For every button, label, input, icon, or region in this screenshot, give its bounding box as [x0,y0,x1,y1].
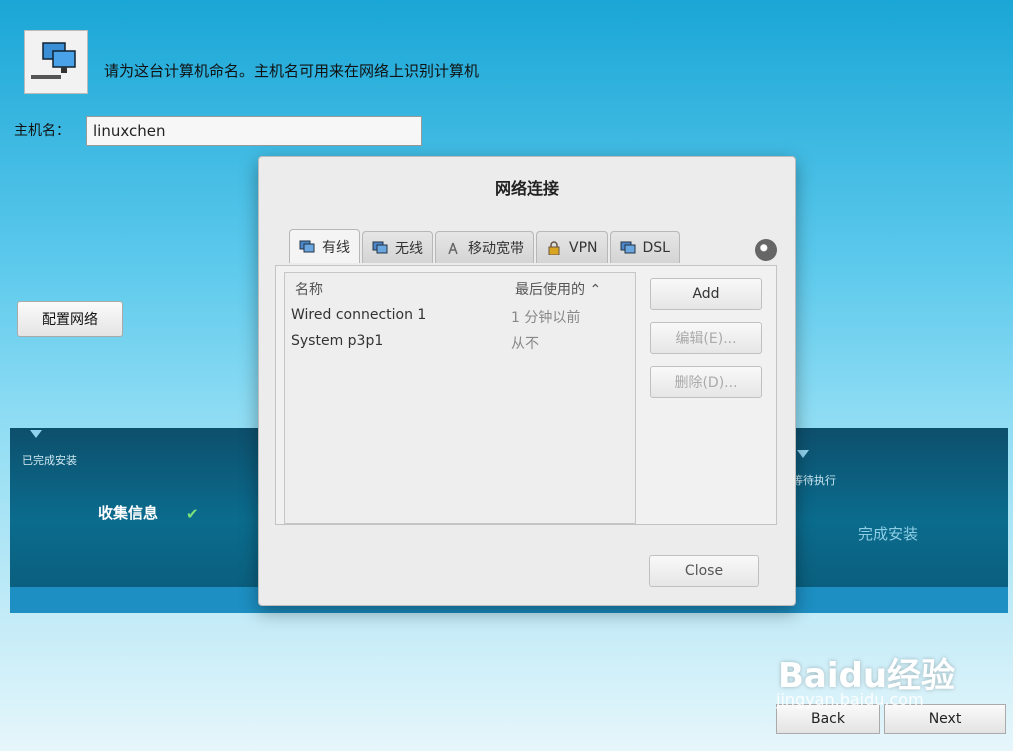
gear-icon[interactable] [755,239,777,261]
connection-type-tabs: 有线 无线 移动宽带 VPN DSL [289,229,682,265]
delete-connection-button[interactable]: 删除(D)... [650,366,762,398]
connections-list[interactable]: 名称 最后使用的 ⌃ Wired connection 1 1 分钟以前 Sys… [284,272,636,524]
step-waiting-label: 等待执行 [792,474,836,487]
sort-ascending-icon: ⌃ [589,282,602,298]
antenna-icon [445,241,461,255]
column-header-last-used[interactable]: 最后使用的 ⌃ [515,279,601,299]
connections-panel: 名称 最后使用的 ⌃ Wired connection 1 1 分钟以前 Sys… [275,265,777,525]
hostname-input[interactable] [86,116,422,146]
tab-label: 无线 [395,240,423,257]
connection-name: System p3p1 [291,333,384,349]
hostname-label: 主机名： [14,123,70,139]
tab-vpn[interactable]: VPN [536,231,608,263]
list-header: 名称 最后使用的 ⌃ [285,273,635,301]
edit-connection-button[interactable]: 编辑(E)... [650,322,762,354]
watermark-url: jingyan.baidu.com [776,690,924,709]
lock-icon [546,240,562,255]
configure-network-button[interactable]: 配置网络 [17,301,123,337]
close-button[interactable]: Close [649,555,759,587]
tab-mobile-broadband[interactable]: 移动宽带 [435,231,534,263]
dialog-title: 网络连接 [494,179,559,198]
hostname-prompt: 请为这台计算机命名。主机名可用来在网络上识别计算机 [104,62,480,80]
tab-wired[interactable]: 有线 [289,229,360,263]
tab-wireless[interactable]: 无线 [362,231,433,263]
checkmark-icon: ✔ [186,505,199,523]
network-connections-dialog: 网络连接 有线 无线 移动宽带 VPN DSL 名称 最后使用的 ⌃ Wired… [258,156,796,606]
table-row[interactable]: Wired connection 1 1 分钟以前 [285,303,635,329]
add-connection-button[interactable]: Add [650,278,762,310]
tab-label: 有线 [322,239,350,256]
connection-last-used: 1 分钟以前 [511,310,581,326]
table-row[interactable]: System p3p1 从不 [285,329,635,355]
column-header-name[interactable]: 名称 [295,279,323,299]
tab-dsl[interactable]: DSL [609,231,680,263]
tab-label: DSL [642,239,670,256]
connection-name: Wired connection 1 [291,307,427,323]
step-marker-icon [797,450,809,458]
step-marker-icon [30,430,42,438]
computer-network-icon [24,30,88,94]
tab-label: VPN [569,239,598,256]
wired-network-icon [299,240,315,254]
step-done-label: 已完成安装 [22,454,77,467]
dsl-network-icon [620,241,636,255]
connection-last-used: 从不 [511,336,539,352]
tab-label: 移动宽带 [468,240,524,257]
wireless-network-icon [372,241,388,255]
step-finish-install: 完成安装 [858,525,919,543]
step-collect-info: 收集信息 [98,504,159,522]
